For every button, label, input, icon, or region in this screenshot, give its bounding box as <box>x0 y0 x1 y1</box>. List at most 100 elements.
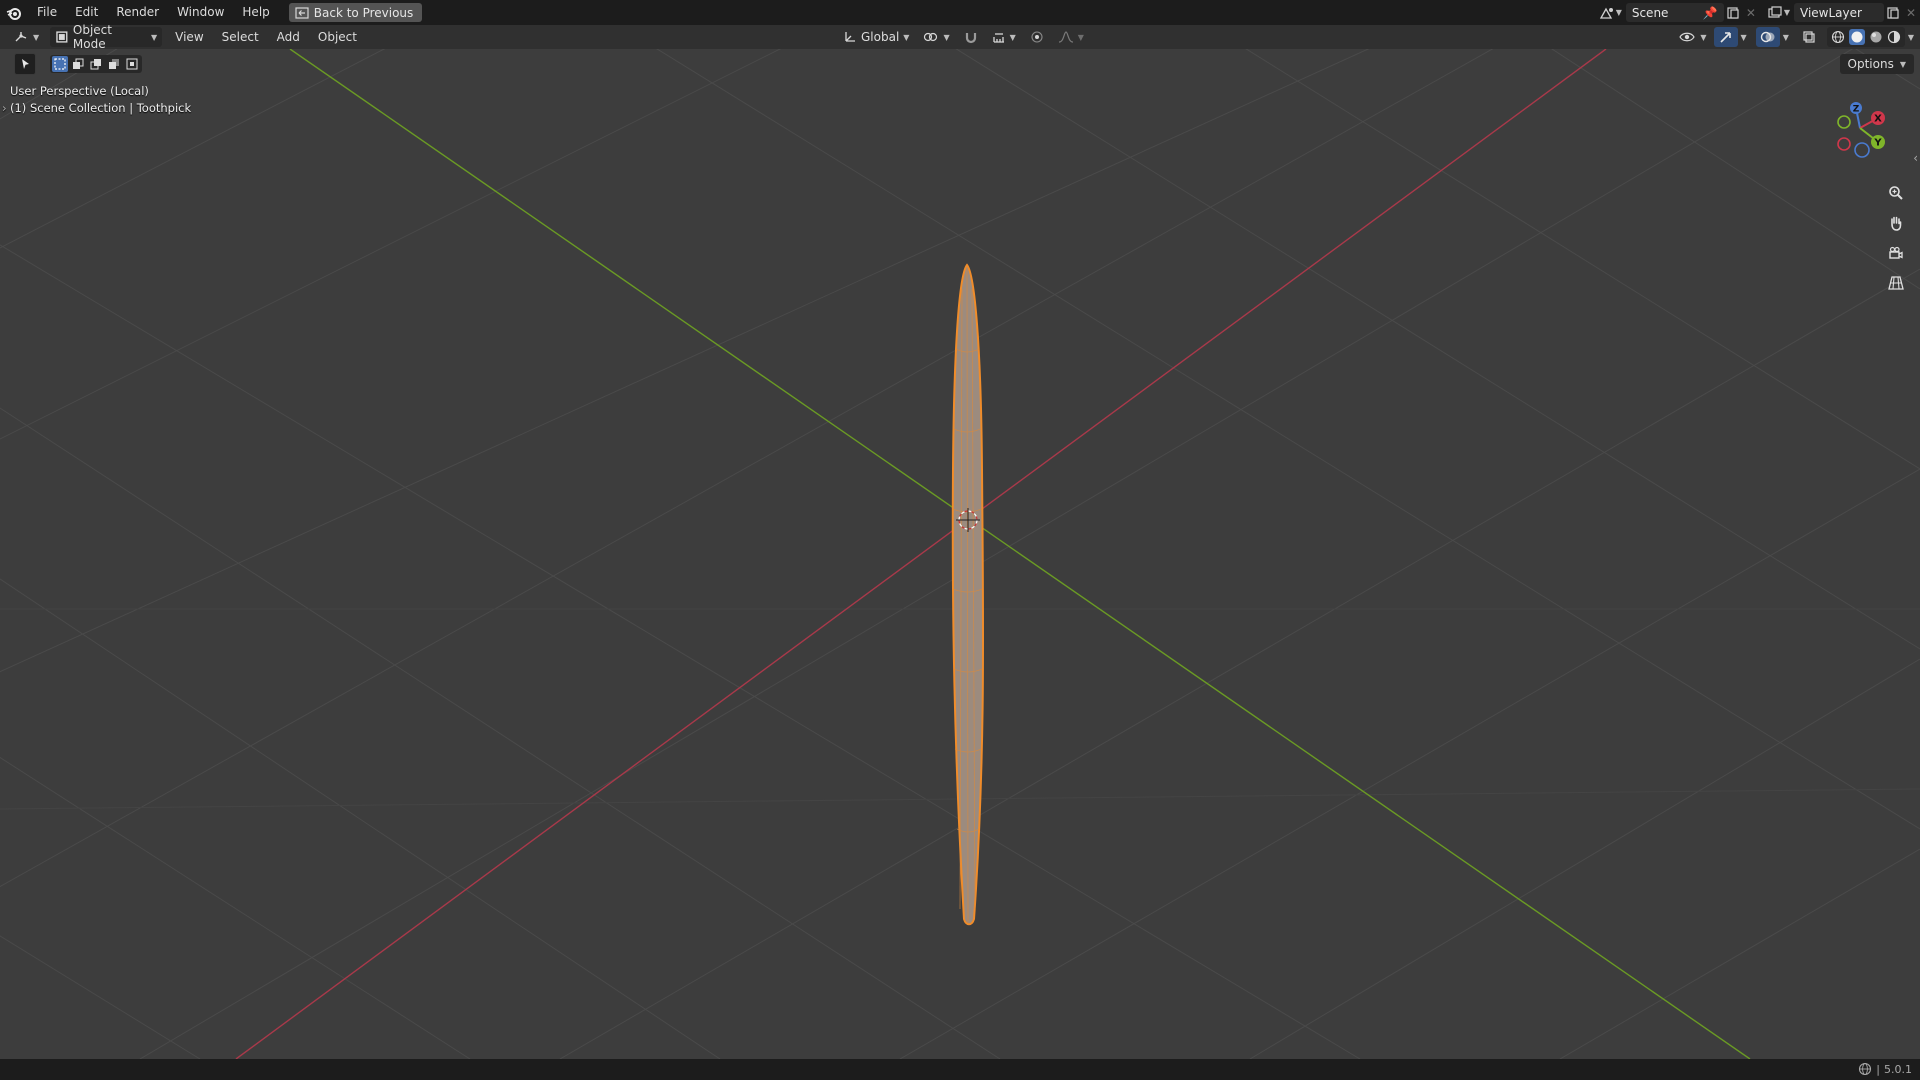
chevron-down-icon[interactable]: ▼ <box>1616 8 1622 17</box>
zoom-view-button[interactable] <box>1884 181 1908 205</box>
material-preview-icon[interactable] <box>1869 30 1883 44</box>
select-invert-icon <box>109 59 119 69</box>
svg-text:X: X <box>1874 114 1882 125</box>
camera-icon <box>1889 246 1903 259</box>
selection-mode-group <box>50 55 142 73</box>
chevron-down-icon: ▼ <box>1077 32 1084 42</box>
3d-viewport[interactable]: User Perspective (Local) (1) Scene Colle… <box>0 49 1920 1059</box>
viewport-header: ▼ Object Mode ▼ View Select Add Object G… <box>0 23 1920 51</box>
pan-view-button[interactable] <box>1884 211 1908 235</box>
collection-expand-icon[interactable]: › <box>2 101 7 115</box>
magnifier-icon <box>1889 186 1903 200</box>
pivot-point-dropdown[interactable]: ▼ <box>918 27 954 47</box>
editor-type-icon <box>15 32 27 42</box>
menu-add[interactable]: Add <box>268 25 309 49</box>
scene-name-field[interactable]: Scene 📌 <box>1625 3 1724 22</box>
navigation-gizmo[interactable]: Z X Y <box>1826 94 1894 162</box>
magnet-icon <box>965 33 976 44</box>
object-mode-label: Object Mode <box>72 23 112 51</box>
neg-y-axis-icon <box>1837 115 1851 129</box>
object-mode-icon <box>56 31 68 43</box>
object-visibility-dropdown[interactable]: ▼ <box>1675 27 1710 47</box>
new-view-layer-icon[interactable] <box>1884 3 1902 22</box>
menu-help[interactable]: Help <box>233 0 278 25</box>
chevron-down-icon[interactable]: ▼ <box>1908 33 1914 42</box>
new-scene-icon[interactable] <box>1724 3 1742 22</box>
top-bar: File Edit Render Window Help Back to Pre… <box>0 0 1920 25</box>
view-layer-name: ViewLayer <box>1800 5 1862 20</box>
rendered-shading-icon[interactable] <box>1887 30 1901 44</box>
chevron-down-icon[interactable]: ▼ <box>1741 33 1747 42</box>
pin-icon[interactable]: 📌 <box>1703 6 1718 20</box>
editor-type-button[interactable]: ▼ <box>8 27 44 47</box>
menu-window[interactable]: Window <box>168 0 233 25</box>
snap-increment-icon <box>992 33 1004 43</box>
snap-target-dropdown[interactable]: ▼ <box>987 27 1021 47</box>
toothpick-object[interactable] <box>951 263 985 926</box>
back-to-previous-button[interactable]: Back to Previous <box>288 3 423 22</box>
menu-edit[interactable]: Edit <box>66 0 107 25</box>
proportional-editing-toggle[interactable] <box>1025 27 1049 47</box>
gizmo-toggle[interactable] <box>1713 27 1738 47</box>
status-separator: | <box>1876 1062 1880 1076</box>
chevron-down-icon: ▼ <box>33 32 40 42</box>
proportional-falloff-dropdown[interactable]: ▼ <box>1053 27 1089 47</box>
camera-view-button[interactable] <box>1884 241 1908 265</box>
chevron-down-icon: ▼ <box>1009 32 1016 42</box>
view-layer-field[interactable]: ViewLayer <box>1794 3 1884 22</box>
menu-view[interactable]: View <box>166 25 212 49</box>
scene-viewlayer-area: ▼ Scene 📌 ✕ ▼ ViewLayer ✕ <box>1598 0 1920 25</box>
delete-scene-icon[interactable]: ✕ <box>1742 3 1760 22</box>
select-new-mode[interactable] <box>52 56 68 72</box>
perspective-label: User Perspective (Local) <box>10 84 149 98</box>
pivot-point-icon <box>924 32 938 42</box>
chevron-down-icon: ▼ <box>943 32 950 42</box>
falloff-curve-icon <box>1058 31 1073 43</box>
wireframe-shading-icon[interactable] <box>1831 30 1845 44</box>
menu-object[interactable]: Object <box>309 25 366 49</box>
menu-file[interactable]: File <box>28 0 66 25</box>
select-subtract-icon <box>90 59 101 70</box>
solid-shading-icon[interactable] <box>1848 29 1865 45</box>
overlays-icon <box>1760 31 1775 43</box>
transform-controls: Global ▼ ▼ ▼ ▼ <box>838 27 1089 47</box>
shading-mode-group <box>1826 27 1905 47</box>
neg-x-axis-icon <box>1837 137 1851 151</box>
select-invert-mode[interactable] <box>106 56 122 72</box>
view-layer-icon[interactable] <box>1766 3 1784 22</box>
svg-text:Y: Y <box>1873 138 1882 149</box>
svg-text:Z: Z <box>1853 105 1860 115</box>
blender-logo-icon[interactable] <box>6 5 22 21</box>
menu-select[interactable]: Select <box>213 25 268 49</box>
overlays-toggle[interactable] <box>1755 27 1780 47</box>
proportional-editing-icon <box>1031 31 1043 43</box>
network-globe-icon[interactable] <box>1858 1062 1872 1076</box>
select-tool-button[interactable] <box>14 53 36 75</box>
transform-orientation-dropdown[interactable]: Global ▼ <box>838 27 914 47</box>
viewport-grid <box>0 49 1920 1059</box>
xray-toggle[interactable] <box>1798 27 1820 47</box>
chevron-down-icon[interactable]: ▼ <box>1784 8 1790 17</box>
collection-label: (1) Scene Collection | Toothpick <box>10 101 192 115</box>
scene-selector-icon[interactable] <box>1598 3 1616 22</box>
sidebar-expand-icon[interactable]: ‹ <box>1913 151 1918 165</box>
toggle-perspective-button[interactable] <box>1884 271 1908 295</box>
options-dropdown[interactable]: Options ▼ <box>1839 54 1914 74</box>
y-axis-line <box>289 49 1751 1059</box>
transform-orientation-label: Global <box>861 30 900 44</box>
cursor-arrow-icon <box>22 59 29 69</box>
snap-toggle[interactable] <box>959 27 983 47</box>
tool-settings-row <box>14 53 142 75</box>
select-extend-mode[interactable] <box>70 56 86 72</box>
viewport-display-controls: ▼ ▼ ▼ ▼ <box>1675 27 1914 47</box>
chevron-down-icon: ▼ <box>151 32 158 42</box>
status-bar: | 5.0.1 <box>0 1059 1920 1080</box>
delete-view-layer-icon[interactable]: ✕ <box>1902 3 1920 22</box>
scene-name: Scene <box>1631 5 1669 20</box>
select-subtract-mode[interactable] <box>88 56 104 72</box>
select-new-icon <box>54 58 66 70</box>
object-mode-dropdown[interactable]: Object Mode ▼ <box>50 23 163 51</box>
chevron-down-icon[interactable]: ▼ <box>1783 33 1789 42</box>
select-intersect-mode[interactable] <box>124 56 140 72</box>
menu-render[interactable]: Render <box>107 0 168 25</box>
